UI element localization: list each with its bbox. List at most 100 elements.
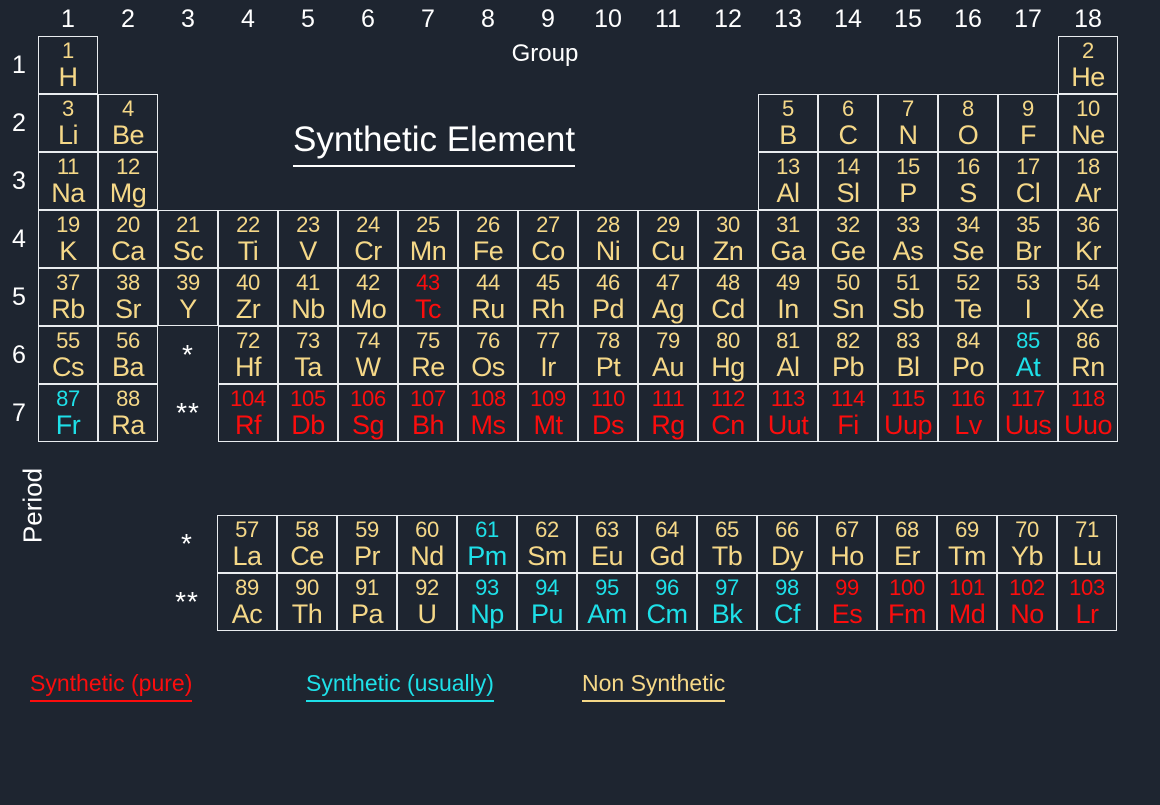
element-cell-Ge[interactable]: 32Ge	[818, 210, 878, 268]
element-cell-No[interactable]: 102No	[997, 573, 1057, 631]
element-cell-U[interactable]: 92U	[397, 573, 457, 631]
element-cell-Es[interactable]: 99Es	[817, 573, 877, 631]
element-cell-Db[interactable]: 105Db	[278, 384, 338, 442]
actinide-marker-in-table[interactable]: **	[158, 384, 218, 452]
element-cell-Tc[interactable]: 43Tc	[398, 268, 458, 326]
element-cell-Eu[interactable]: 63Eu	[577, 515, 637, 573]
element-cell-Ds[interactable]: 110Ds	[578, 384, 638, 442]
element-cell-Sm[interactable]: 62Sm	[517, 515, 577, 573]
element-cell-Mn[interactable]: 25Mn	[398, 210, 458, 268]
element-cell-Cd[interactable]: 48Cd	[698, 268, 758, 326]
element-cell-P[interactable]: 15P	[878, 152, 938, 210]
element-cell-Cf[interactable]: 98Cf	[757, 573, 817, 631]
element-cell-Cn[interactable]: 112Cn	[698, 384, 758, 442]
element-cell-Ni[interactable]: 28Ni	[578, 210, 638, 268]
element-cell-Mt[interactable]: 109Mt	[518, 384, 578, 442]
element-cell-Na[interactable]: 11Na	[38, 152, 98, 210]
element-cell-Fe[interactable]: 26Fe	[458, 210, 518, 268]
element-cell-H[interactable]: 1H	[38, 36, 98, 94]
element-cell-I[interactable]: 53I	[998, 268, 1058, 326]
element-cell-Pd[interactable]: 46Pd	[578, 268, 638, 326]
element-cell-Au[interactable]: 79Au	[638, 326, 698, 384]
element-cell-Cs[interactable]: 55Cs	[38, 326, 98, 384]
element-cell-La[interactable]: 57La	[217, 515, 277, 573]
element-cell-Mo[interactable]: 42Mo	[338, 268, 398, 326]
element-cell-Nb[interactable]: 41Nb	[278, 268, 338, 326]
element-cell-Co[interactable]: 27Co	[518, 210, 578, 268]
element-cell-C[interactable]: 6C	[818, 94, 878, 152]
element-cell-Tb[interactable]: 65Tb	[697, 515, 757, 573]
element-cell-Rh[interactable]: 45Rh	[518, 268, 578, 326]
element-cell-Ce[interactable]: 58Ce	[277, 515, 337, 573]
element-cell-Be[interactable]: 4Be	[98, 94, 158, 152]
element-cell-Br[interactable]: 35Br	[998, 210, 1058, 268]
element-cell-As[interactable]: 33As	[878, 210, 938, 268]
element-cell-Y[interactable]: 39Y	[158, 268, 218, 326]
element-cell-N[interactable]: 7N	[878, 94, 938, 152]
element-cell-Ra[interactable]: 88Ra	[98, 384, 158, 442]
element-cell-Ca[interactable]: 20Ca	[98, 210, 158, 268]
element-cell-Re[interactable]: 75Re	[398, 326, 458, 384]
element-cell-Ru[interactable]: 44Ru	[458, 268, 518, 326]
element-cell-Lv[interactable]: 116Lv	[938, 384, 998, 442]
element-cell-He[interactable]: 2He	[1058, 36, 1118, 94]
element-cell-Rg[interactable]: 111Rg	[638, 384, 698, 442]
element-cell-Bk[interactable]: 97Bk	[697, 573, 757, 631]
element-cell-Pm[interactable]: 61Pm	[457, 515, 517, 573]
element-cell-Nd[interactable]: 60Nd	[397, 515, 457, 573]
element-cell-Kr[interactable]: 36Kr	[1058, 210, 1118, 268]
element-cell-Ga[interactable]: 31Ga	[758, 210, 818, 268]
element-cell-Np[interactable]: 93Np	[457, 573, 517, 631]
element-cell-Rb[interactable]: 37Rb	[38, 268, 98, 326]
element-cell-Ne[interactable]: 10Ne	[1058, 94, 1118, 152]
element-cell-Er[interactable]: 68Er	[877, 515, 937, 573]
element-cell-Sn[interactable]: 50Sn	[818, 268, 878, 326]
element-cell-Sc[interactable]: 21Sc	[158, 210, 218, 268]
element-cell-In[interactable]: 49In	[758, 268, 818, 326]
element-cell-Al[interactable]: 81Al	[758, 326, 818, 384]
element-cell-Os[interactable]: 76Os	[458, 326, 518, 384]
element-cell-Cr[interactable]: 24Cr	[338, 210, 398, 268]
element-cell-Pa[interactable]: 91Pa	[337, 573, 397, 631]
element-cell-Po[interactable]: 84Po	[938, 326, 998, 384]
element-cell-Am[interactable]: 95Am	[577, 573, 637, 631]
element-cell-Zr[interactable]: 40Zr	[218, 268, 278, 326]
element-cell-Pu[interactable]: 94Pu	[517, 573, 577, 631]
element-cell-F[interactable]: 9F	[998, 94, 1058, 152]
element-cell-Te[interactable]: 52Te	[938, 268, 998, 326]
element-cell-Uut[interactable]: 113Uut	[758, 384, 818, 442]
element-cell-Ho[interactable]: 67Ho	[817, 515, 877, 573]
element-cell-Cl[interactable]: 17Cl	[998, 152, 1058, 210]
element-cell-Ag[interactable]: 47Ag	[638, 268, 698, 326]
element-cell-Lr[interactable]: 103Lr	[1057, 573, 1117, 631]
element-cell-Ti[interactable]: 22Ti	[218, 210, 278, 268]
element-cell-Yb[interactable]: 70Yb	[997, 515, 1057, 573]
element-cell-Dy[interactable]: 66Dy	[757, 515, 817, 573]
element-cell-Pb[interactable]: 82Pb	[818, 326, 878, 384]
element-cell-Hf[interactable]: 72Hf	[218, 326, 278, 384]
element-cell-Mg[interactable]: 12Mg	[98, 152, 158, 210]
element-cell-Sg[interactable]: 106Sg	[338, 384, 398, 442]
element-cell-Hg[interactable]: 80Hg	[698, 326, 758, 384]
element-cell-Sb[interactable]: 51Sb	[878, 268, 938, 326]
element-cell-Li[interactable]: 3Li	[38, 94, 98, 152]
element-cell-Ta[interactable]: 73Ta	[278, 326, 338, 384]
element-cell-Cm[interactable]: 96Cm	[637, 573, 697, 631]
element-cell-O[interactable]: 8O	[938, 94, 998, 152]
element-cell-Md[interactable]: 101Md	[937, 573, 997, 631]
element-cell-Fi[interactable]: 114Fi	[818, 384, 878, 442]
element-cell-Sl[interactable]: 14Sl	[818, 152, 878, 210]
element-cell-Fm[interactable]: 100Fm	[877, 573, 937, 631]
element-cell-Lu[interactable]: 71Lu	[1057, 515, 1117, 573]
element-cell-Rn[interactable]: 86Rn	[1058, 326, 1118, 384]
element-cell-Ba[interactable]: 56Ba	[98, 326, 158, 384]
element-cell-V[interactable]: 23V	[278, 210, 338, 268]
element-cell-Bh[interactable]: 107Bh	[398, 384, 458, 442]
element-cell-Gd[interactable]: 64Gd	[637, 515, 697, 573]
element-cell-Se[interactable]: 34Se	[938, 210, 998, 268]
element-cell-B[interactable]: 5B	[758, 94, 818, 152]
element-cell-Sr[interactable]: 38Sr	[98, 268, 158, 326]
element-cell-Ms[interactable]: 108Ms	[458, 384, 518, 442]
element-cell-Tm[interactable]: 69Tm	[937, 515, 997, 573]
element-cell-Uuo[interactable]: 118Uuo	[1058, 384, 1118, 442]
